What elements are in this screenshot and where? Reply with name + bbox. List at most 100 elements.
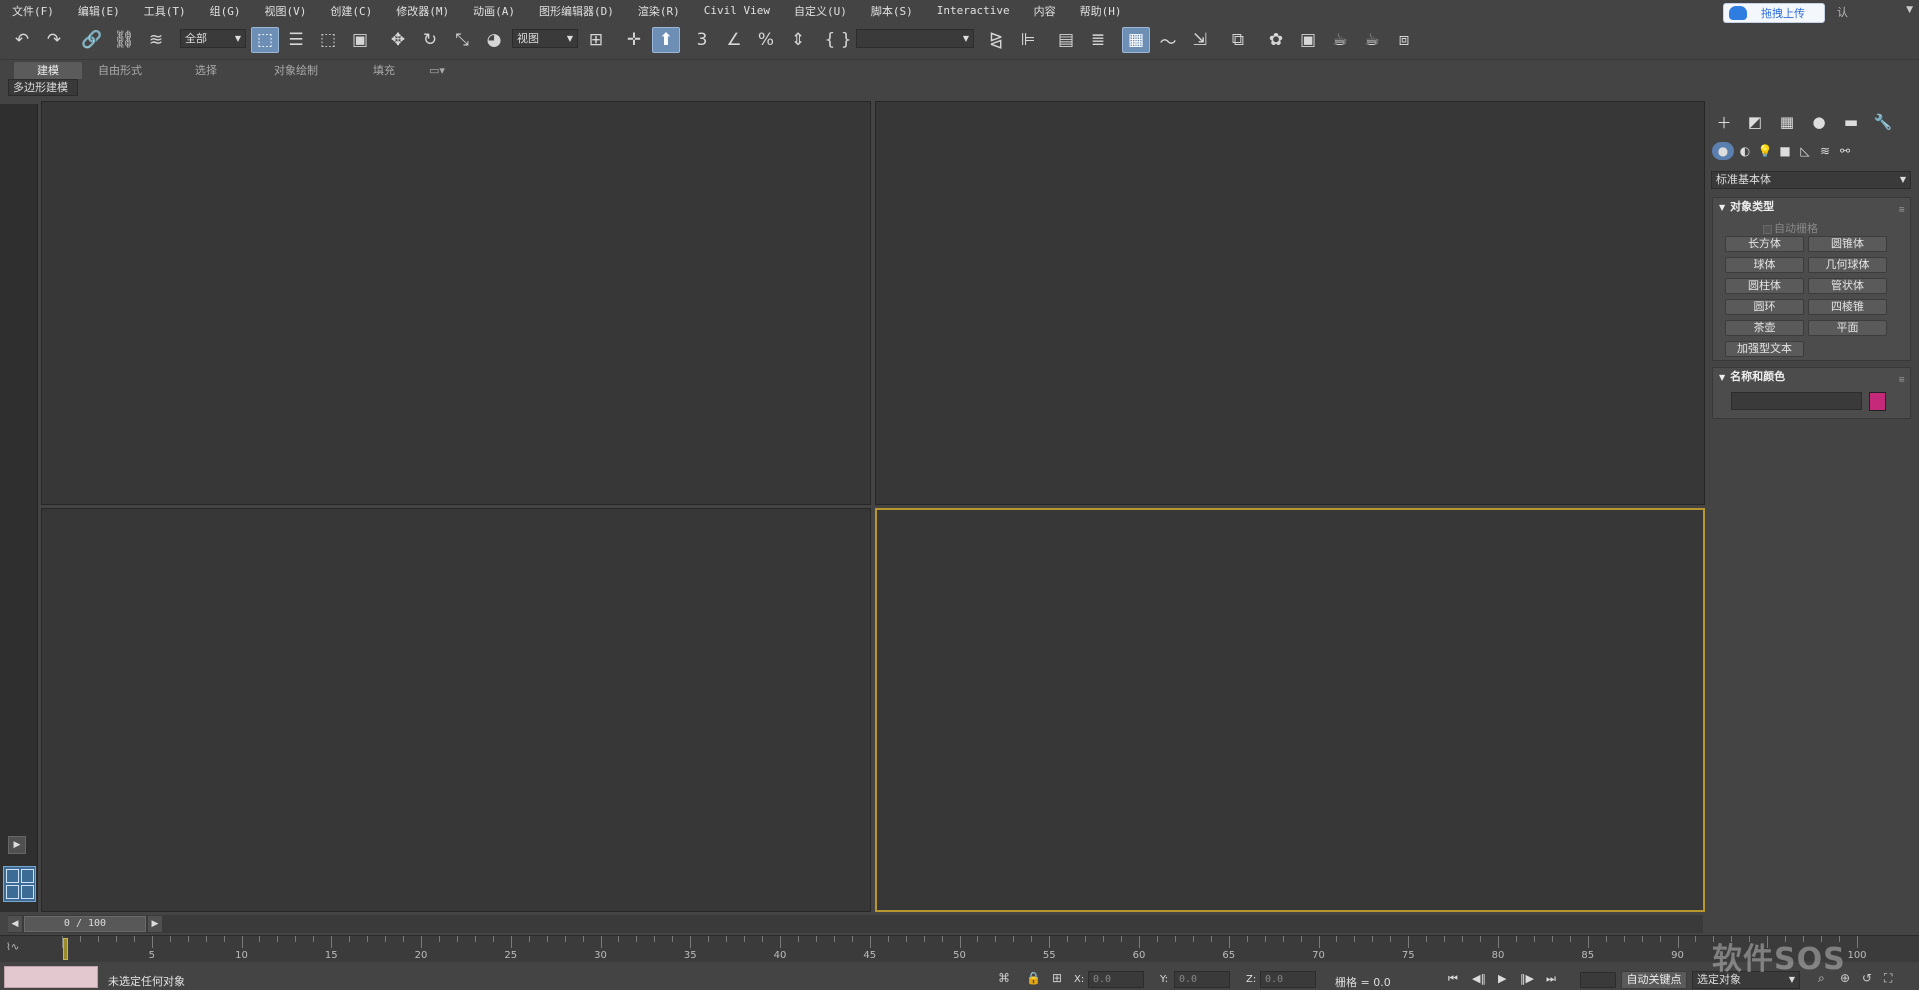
maxscript-listener-input[interactable] [4,966,98,988]
text-plus-button[interactable]: 加强型文本 [1725,341,1804,357]
place-icon[interactable]: ◕ [480,27,508,53]
menu-civil-view[interactable]: Civil View [692,4,782,17]
ribbon-toggle-icon[interactable]: ▦ [1122,27,1150,53]
space-warps-icon[interactable]: ≋ [1814,142,1836,160]
geometry-icon[interactable]: ● [1712,142,1734,160]
menu-interactive[interactable]: Interactive [925,4,1022,17]
menu-scripting[interactable]: 脚本(S) [859,3,925,19]
menu-views[interactable]: 视图(V) [253,3,319,19]
schematic-view-icon[interactable]: ⧉ [1224,27,1252,53]
mini-curve-editor-icon[interactable]: ⌇∿ [6,942,46,958]
viewport-layout-button[interactable] [3,866,36,902]
render-setup-icon[interactable]: ▣ [1294,27,1322,53]
material-editor-icon[interactable]: ✿ [1262,27,1290,53]
absolute-mode-icon[interactable]: ⊞ [1052,971,1062,985]
prev-key-icon[interactable]: ◀‖ [1472,972,1486,985]
link-icon[interactable]: 🔗 [78,27,106,53]
motion-tab-icon[interactable]: ● [1806,111,1832,133]
create-tab-icon[interactable]: ＋ [1711,111,1737,133]
go-to-start-icon[interactable]: ⏮ [1448,972,1458,986]
select-manipulate-icon[interactable]: ✛ [620,27,648,53]
lights-icon[interactable]: 💡 [1754,142,1776,160]
dope-sheet-icon[interactable]: ⇲ [1186,27,1214,53]
z-coord-field[interactable]: 0.0 [1260,971,1316,988]
sphere-button[interactable]: 球体 [1725,257,1804,273]
next-key-icon[interactable]: ‖▶ [1520,972,1534,985]
helpers-icon[interactable]: ◺ [1794,142,1816,160]
workspace-selector[interactable]: 拖拽上传 认 ▼ [1719,2,1919,23]
layer-explorer-icon[interactable]: ≣ [1084,27,1112,53]
angle-snap-icon[interactable]: ∠ [720,27,748,53]
menu-create[interactable]: 创建(C) [318,3,384,19]
mirror-icon[interactable]: ⧎ [982,27,1010,53]
menu-customize[interactable]: 自定义(U) [782,3,859,19]
spinner-snap-icon[interactable]: ⇕ [784,27,812,53]
time-slider-thumb[interactable]: 0 / 100 [24,916,146,932]
rect-selection-icon[interactable]: ⬚ [314,27,342,53]
name-color-header[interactable]: ▼ 名称和颜色 ≡ [1713,368,1910,386]
redo-icon[interactable]: ↷ [40,27,68,53]
tab-selection[interactable]: 选择 [172,62,240,79]
object-color-swatch[interactable] [1869,392,1886,411]
render-online-icon[interactable]: ⧈ [1390,27,1418,53]
menu-content[interactable]: 内容 [1022,3,1068,19]
percent-snap-icon[interactable]: % [752,27,780,53]
object-category-dropdown[interactable]: 标准基本体 ▼ [1711,171,1911,189]
cone-button[interactable]: 圆锥体 [1808,236,1887,252]
render-production-icon[interactable]: ☕ [1358,27,1386,53]
teapot-button[interactable]: 茶壶 [1725,320,1804,336]
box-button[interactable]: 长方体 [1725,236,1804,252]
scene-explorer-icon[interactable]: ▤ [1052,27,1080,53]
utilities-tab-icon[interactable]: 🔧 [1870,111,1896,133]
menu-edit[interactable]: 编辑(E) [66,3,132,19]
current-frame-marker[interactable] [63,938,68,960]
go-to-end-icon[interactable]: ⏭ [1546,972,1556,986]
cylinder-button[interactable]: 圆柱体 [1725,278,1804,294]
geosphere-button[interactable]: 几何球体 [1808,257,1887,273]
menu-graph-editors[interactable]: 图形编辑器(D) [527,3,626,19]
track-bar[interactable]: ⌇∿ 5 10 15 20 25 30 35 40 45 50 55 60 65 70 75 80 85 90 10… [0,935,1919,962]
menu-file[interactable]: 文件(F) [0,3,66,19]
plane-button[interactable]: 平面 [1808,320,1887,336]
curve-editor-icon[interactable]: 〜 [1154,27,1182,53]
select-object-icon[interactable]: ⬚ [251,27,279,53]
align-icon[interactable]: ⊫ [1014,27,1042,53]
unlink-icon[interactable]: ⛓ [110,27,138,53]
menu-rendering[interactable]: 渲染(R) [626,3,692,19]
viewport-bottom-left[interactable] [41,508,871,912]
viewport-top-left[interactable] [41,101,871,505]
undo-icon[interactable]: ↶ [8,27,36,53]
keyboard-shortcut-icon[interactable]: ⬆ [652,27,680,53]
selection-filter-dropdown[interactable]: 全部 ▼ [180,29,246,48]
menu-modifiers[interactable]: 修改器(M) [384,3,461,19]
shapes-icon[interactable]: ◐ [1734,142,1756,160]
tab-populate[interactable]: 填充 [350,62,418,79]
viewport-top-right[interactable] [875,101,1705,505]
edit-named-selection-icon[interactable]: { } [824,27,852,53]
tube-button[interactable]: 管状体 [1808,278,1887,294]
viewport-bottom-right-active[interactable] [875,508,1705,912]
ribbon-panel-polygon-modeling[interactable]: 多边形建模 [8,79,78,96]
auto-key-button[interactable]: 自动关键点 [1621,971,1687,989]
rotate-icon[interactable]: ↻ [416,27,444,53]
bind-space-warp-icon[interactable]: ≋ [142,27,170,53]
object-name-input[interactable] [1731,392,1862,410]
menu-help[interactable]: 帮助(H) [1068,3,1134,19]
time-slider[interactable]: ◀ 0 / 100 ▶ [8,915,1703,933]
prev-frame-icon[interactable]: ◀ [8,916,22,932]
window-crossing-icon[interactable]: ▣ [346,27,374,53]
lock-selection-icon[interactable]: 🔒 [1026,971,1041,985]
current-frame-field[interactable] [1580,972,1616,988]
y-coord-field[interactable]: 0.0 [1174,971,1230,988]
scale-icon[interactable]: ⤡ [448,27,476,53]
ribbon-options-icon[interactable]: ▭▾ [424,62,450,79]
render-frame-icon[interactable]: ☕ [1326,27,1354,53]
orbit-icon[interactable]: ↺ [1862,971,1872,985]
systems-icon[interactable]: ⚯ [1834,142,1856,160]
autogrid-checkbox[interactable]: 自动栅格 [1763,220,1818,236]
isolate-selection-icon[interactable]: ⌘ [998,971,1010,985]
play-icon[interactable]: ▶ [1498,972,1506,985]
menu-animation[interactable]: 动画(A) [461,3,527,19]
pivot-center-icon[interactable]: ⊞ [582,27,610,53]
move-icon[interactable]: ✥ [384,27,412,53]
